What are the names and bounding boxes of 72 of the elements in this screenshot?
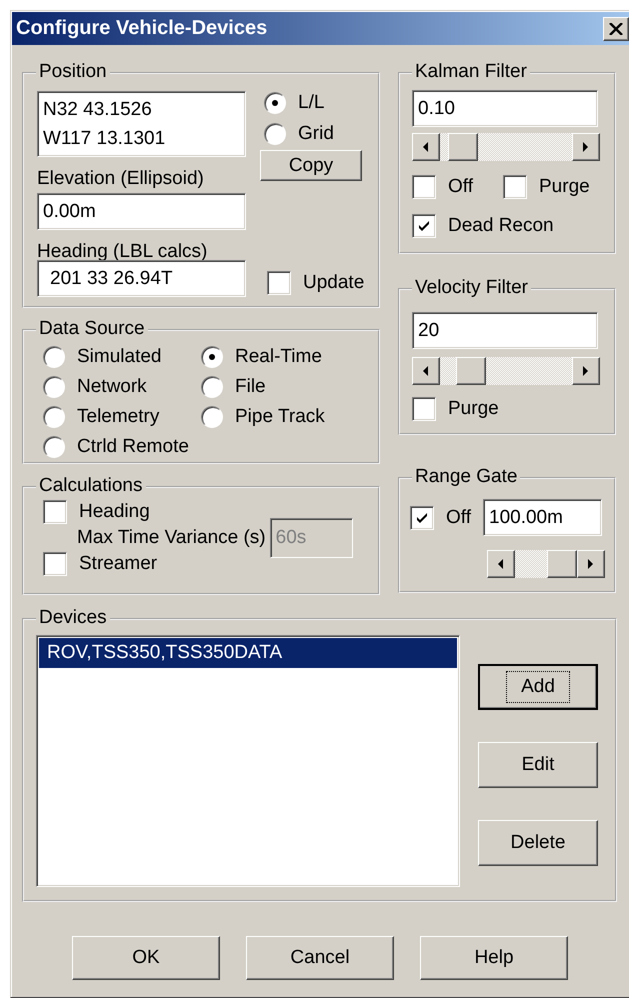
slider-thumb[interactable] <box>456 357 486 385</box>
radio-label: Real-Time <box>235 345 322 369</box>
window-title: Configure Vehicle-Devices <box>16 17 268 40</box>
group-label: Velocity Filter <box>412 277 531 299</box>
radio-button[interactable] <box>264 123 286 145</box>
checkbox-label: Heading <box>79 500 150 524</box>
field-label: Elevation (Ellipsoid) <box>37 167 205 191</box>
radio-label: Pipe Track <box>235 405 325 429</box>
field-label: Max Time Variance (s) <box>77 526 266 550</box>
radio-button[interactable] <box>43 406 65 428</box>
device-button[interactable]: Edit <box>478 742 598 788</box>
scroll-left-button[interactable] <box>412 133 440 161</box>
checkbox[interactable] <box>410 506 434 530</box>
checkbox[interactable] <box>412 397 436 421</box>
radio-label: Network <box>77 375 147 399</box>
radio-button[interactable] <box>201 346 223 368</box>
right-triangle-icon <box>583 142 589 152</box>
copy-button[interactable]: Copy <box>260 150 362 181</box>
checkbox-label: Off <box>446 506 471 530</box>
checkbox[interactable] <box>412 175 436 199</box>
close-button[interactable] <box>603 16 629 40</box>
checkbox-label: Streamer <box>79 552 158 576</box>
kalman-value-field[interactable]: 0.10 <box>412 90 598 127</box>
right-triangle-icon <box>588 559 594 569</box>
checkbox[interactable] <box>267 271 291 295</box>
scroll-left-button[interactable] <box>412 357 440 385</box>
radio-button[interactable] <box>264 92 286 114</box>
radio-label: Ctrld Remote <box>77 435 189 459</box>
slider-thumb[interactable] <box>547 550 577 578</box>
checkbox-label: Purge <box>448 397 499 421</box>
checkbox[interactable] <box>412 214 436 238</box>
radio-button[interactable] <box>43 436 65 458</box>
left-triangle-icon <box>423 142 429 152</box>
scroll-left-button[interactable] <box>487 550 515 578</box>
radio-button[interactable] <box>43 376 65 398</box>
slider-thumb[interactable] <box>448 133 478 161</box>
radio-label: File <box>235 375 266 399</box>
radio-button[interactable] <box>201 406 223 428</box>
checkbox-label: Update <box>303 271 364 295</box>
checkbox[interactable] <box>43 552 67 576</box>
device-button[interactable]: Delete <box>478 820 598 866</box>
velocity-value-field[interactable]: 20 <box>412 312 598 349</box>
dialog-button[interactable]: Cancel <box>246 936 394 980</box>
dialog-button[interactable]: OK <box>72 936 220 980</box>
radio-label: L/L <box>298 91 324 115</box>
radio-label: Simulated <box>77 345 162 369</box>
heading-field[interactable]: 201 33 26.94T <box>37 260 246 297</box>
list-item[interactable]: ROV,TSS350,TSS350DATA <box>39 638 457 668</box>
left-triangle-icon <box>498 559 504 569</box>
scroll-right-button[interactable] <box>572 357 600 385</box>
radio-label: Telemetry <box>77 405 160 429</box>
device-button[interactable]: Add <box>478 664 598 710</box>
checkbox[interactable] <box>43 500 67 524</box>
checkbox-label: Dead Recon <box>448 214 554 238</box>
radio-button[interactable] <box>43 346 65 368</box>
dialog-button[interactable]: Help <box>420 936 568 980</box>
coordinates-field[interactable]: N32 43.1526 W117 13.1301 <box>37 91 246 157</box>
elevation-field[interactable]: 0.00m <box>37 193 246 230</box>
radio-label: Grid <box>298 122 334 146</box>
checkbox-label: Off <box>448 175 473 199</box>
range-value-field[interactable]: 100.00m <box>483 499 602 536</box>
check-icon <box>415 510 429 524</box>
radio-button[interactable] <box>201 376 223 398</box>
scroll-right-button[interactable] <box>572 133 600 161</box>
check-icon <box>417 219 431 233</box>
group-label: Range Gate <box>412 466 520 488</box>
checkbox[interactable] <box>503 175 527 199</box>
scroll-right-button[interactable] <box>577 550 605 578</box>
right-triangle-icon <box>583 366 589 376</box>
close-icon <box>609 22 623 34</box>
left-triangle-icon <box>423 366 429 376</box>
checkbox-label: Purge <box>539 175 590 199</box>
